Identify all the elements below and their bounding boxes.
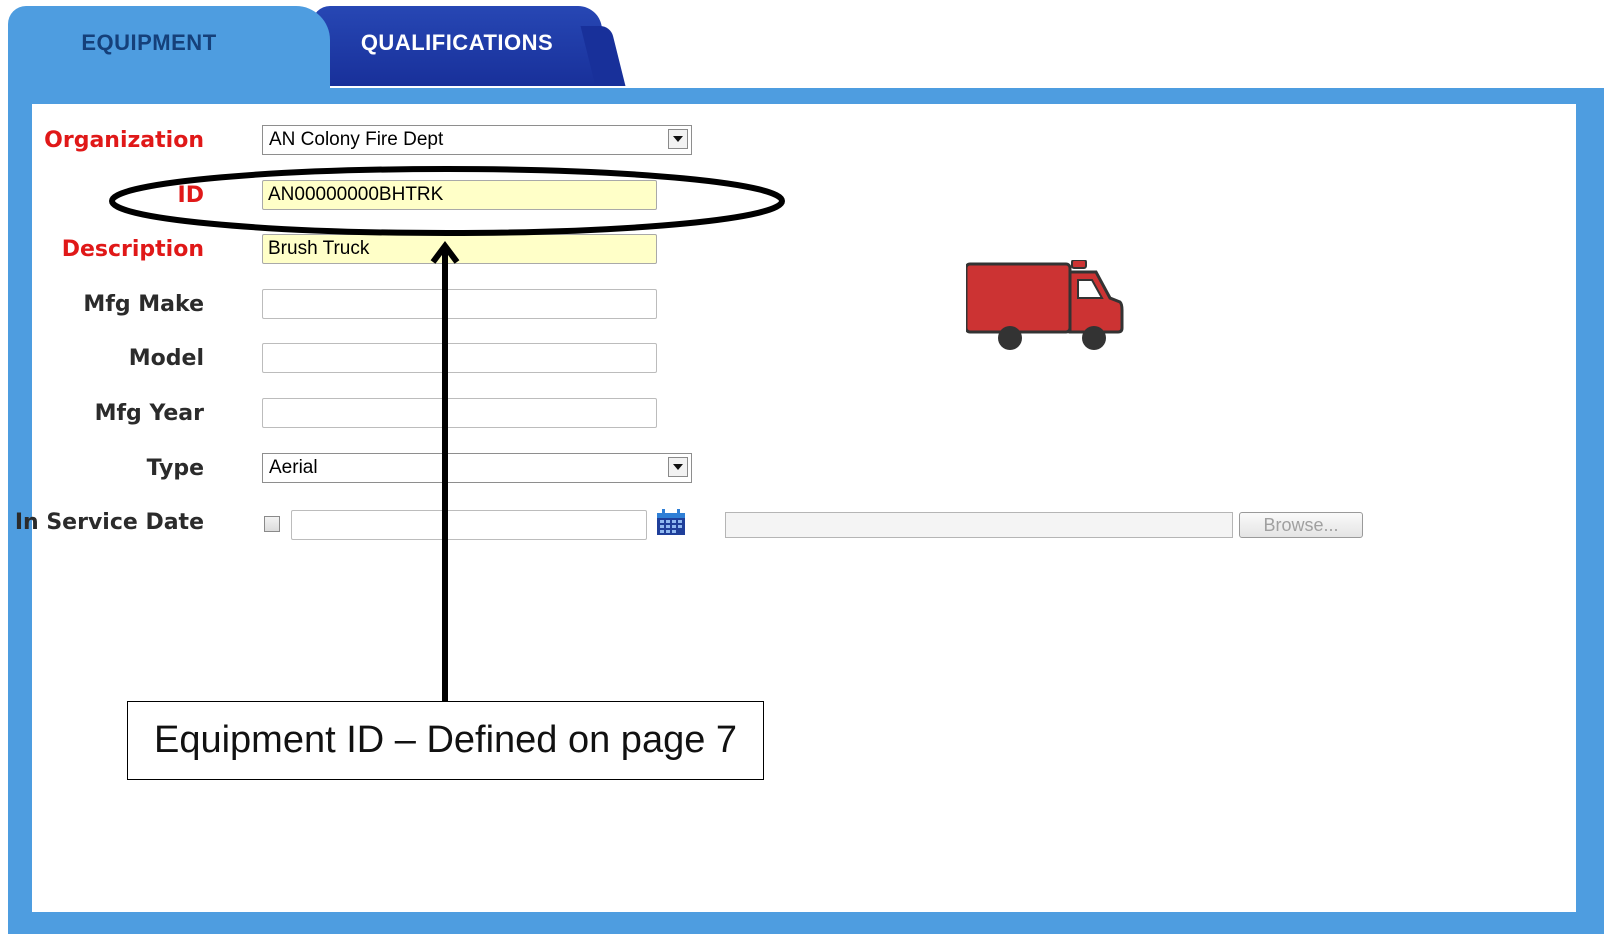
model-label: Model bbox=[128, 346, 204, 371]
mfg-make-field[interactable] bbox=[262, 289, 657, 319]
in-service-date-label: In Service Date bbox=[14, 510, 204, 535]
calendar-icon[interactable] bbox=[656, 508, 686, 536]
description-label: Description bbox=[61, 237, 204, 262]
chevron-down-icon[interactable] bbox=[668, 129, 688, 149]
type-label: Type bbox=[146, 456, 204, 481]
type-select[interactable]: Aerial bbox=[262, 453, 692, 483]
tab-equipment[interactable]: EQUIPMENT bbox=[8, 6, 330, 96]
tab-qualifications[interactable]: QUALIFICATIONS bbox=[312, 6, 602, 86]
organization-label: Organization bbox=[44, 128, 204, 153]
equipment-form: Organization AN Colony Fire Dept ID AN00… bbox=[15, 104, 1576, 912]
file-path-field[interactable] bbox=[725, 512, 1233, 538]
chevron-down-icon[interactable] bbox=[668, 457, 688, 477]
tab-equipment-label: EQUIPMENT bbox=[81, 30, 217, 55]
description-field[interactable]: Brush Truck bbox=[262, 234, 657, 264]
organization-value: AN Colony Fire Dept bbox=[269, 129, 444, 150]
fire-truck-icon bbox=[966, 260, 1124, 350]
id-label: ID bbox=[177, 183, 204, 208]
mfg-year-field[interactable] bbox=[262, 398, 657, 428]
type-value: Aerial bbox=[269, 457, 318, 478]
organization-select[interactable]: AN Colony Fire Dept bbox=[262, 125, 692, 155]
browse-button[interactable]: Browse... bbox=[1239, 512, 1363, 538]
id-field[interactable]: AN00000000BHTRK bbox=[262, 180, 657, 210]
equipment-panel: Organization AN Colony Fire Dept ID AN00… bbox=[8, 88, 1604, 934]
model-field[interactable] bbox=[262, 343, 657, 373]
mfg-make-label: Mfg Make bbox=[83, 292, 204, 317]
callout-box: Equipment ID – Defined on page 7 bbox=[127, 701, 764, 780]
in-service-date-field[interactable] bbox=[291, 510, 647, 540]
tab-qualifications-label: QUALIFICATIONS bbox=[360, 30, 554, 55]
mfg-year-label: Mfg Year bbox=[94, 401, 204, 426]
in-service-date-checkbox[interactable] bbox=[264, 516, 280, 532]
